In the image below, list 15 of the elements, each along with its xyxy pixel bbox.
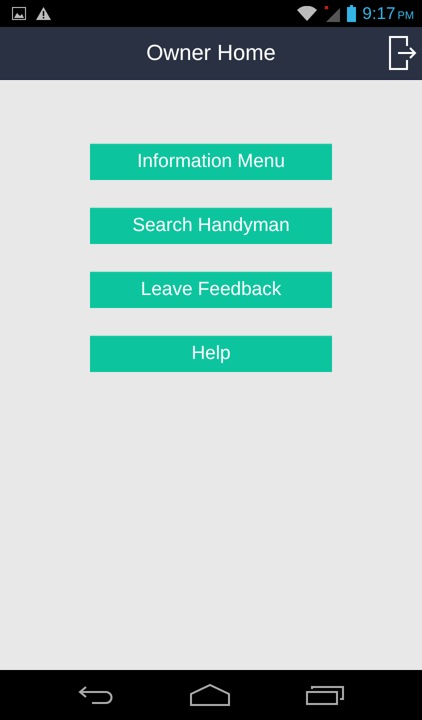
back-icon[interactable] [78, 685, 114, 705]
home-icon[interactable] [190, 684, 230, 706]
image-icon [12, 7, 26, 20]
signal-icon [323, 6, 342, 22]
logout-icon[interactable] [389, 36, 417, 70]
menu-button[interactable]: Information Menu [90, 143, 332, 180]
battery-icon [347, 5, 356, 22]
wifi-icon [297, 6, 318, 21]
warning-icon [36, 7, 51, 20]
screen-title: Owner Home [146, 40, 276, 66]
recent-apps-icon[interactable] [306, 685, 344, 705]
menu-button[interactable]: Leave Feedback [90, 271, 332, 308]
menu-button[interactable]: Search Handyman [90, 207, 332, 244]
clock: 9:17 PM [362, 4, 414, 24]
menu-button[interactable]: Help [90, 335, 332, 372]
